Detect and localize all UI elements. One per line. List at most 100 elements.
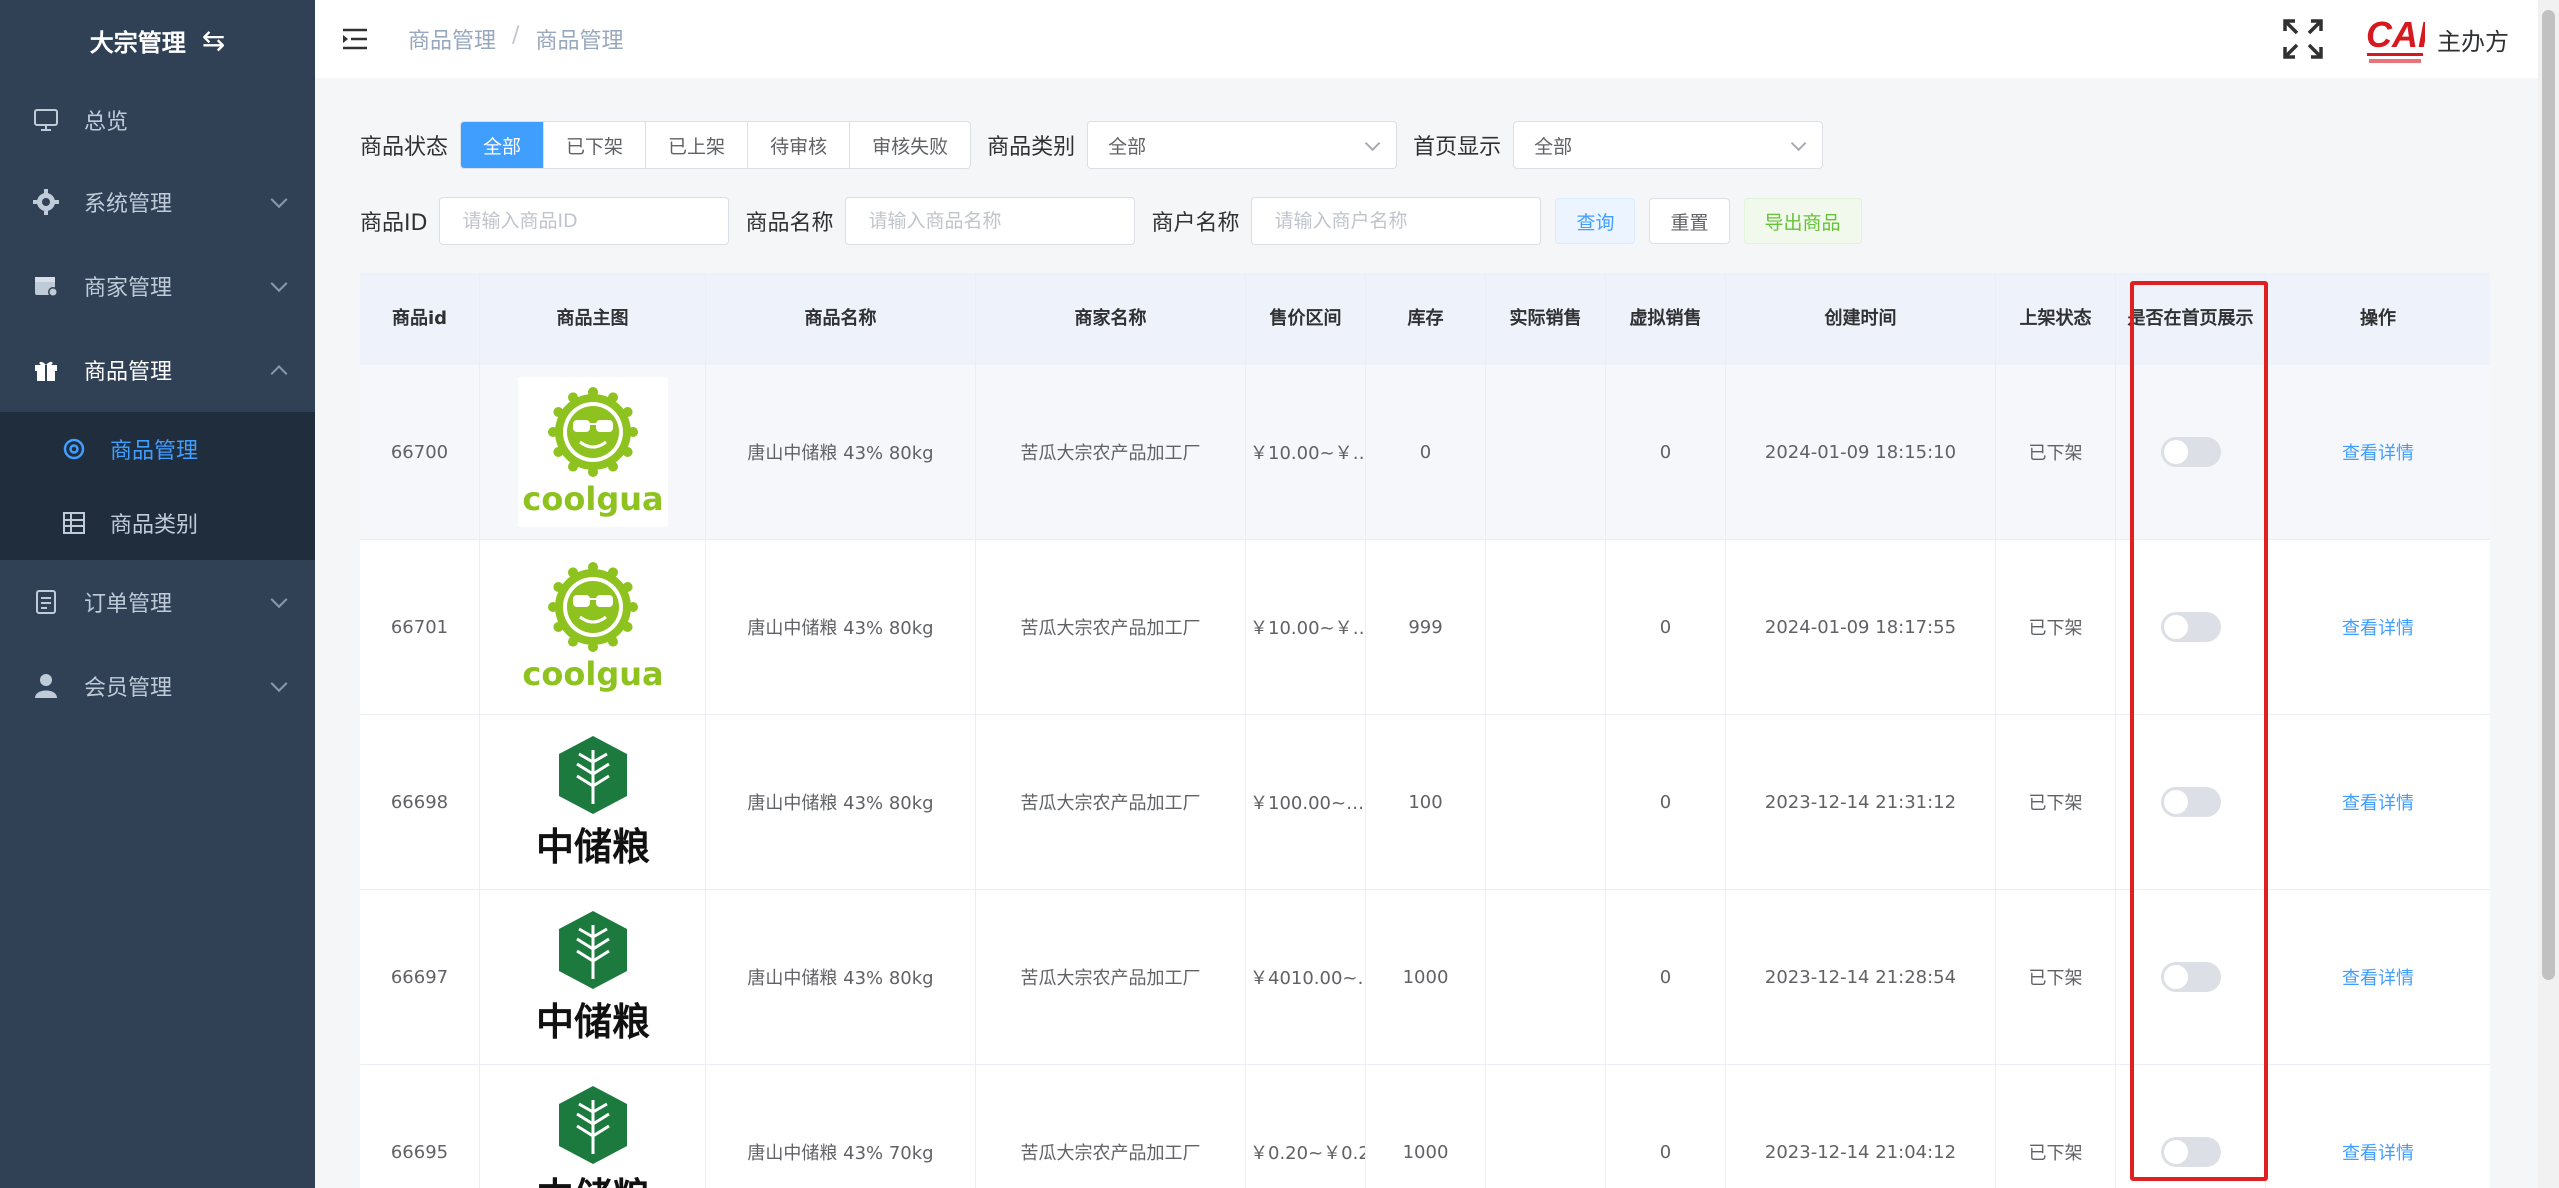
reset-button[interactable]: 重置 xyxy=(1649,198,1730,244)
sidebar-item-overview[interactable]: 总览 xyxy=(0,80,315,160)
status-label: 商品状态 xyxy=(360,135,449,160)
product-image[interactable]: 中储粮 xyxy=(517,1077,668,1188)
cell-created: 2023-12-14 21:28:54 xyxy=(1726,890,1996,1064)
cell-created: 2023-12-14 21:04:12 xyxy=(1726,1065,1996,1188)
cell-home-display xyxy=(2116,890,2266,1064)
view-details-link[interactable]: 查看详情 xyxy=(2342,789,2414,815)
swap-icon[interactable]: ⇆ xyxy=(202,24,225,57)
product-image[interactable]: 中储粮 xyxy=(517,727,668,877)
breadcrumb-item: 商品管理 xyxy=(535,29,624,54)
sidebar-item-label: 商家管理 xyxy=(84,276,173,301)
svg-text:CAF: CAF xyxy=(2366,14,2425,55)
cell-virtual-sales: 0 xyxy=(1606,365,1726,539)
host-label[interactable]: 主办方 xyxy=(2437,22,2509,57)
table-row: 66700 coolgua 唐山中储粮 43% 80kg 苦瓜大宗农产品加工厂 ￥10.… xyxy=(360,365,2490,540)
home-display-toggle[interactable] xyxy=(2160,612,2221,642)
view-details-link[interactable]: 查看详情 xyxy=(2342,964,2414,990)
home-display-toggle[interactable] xyxy=(2160,962,2221,992)
fullscreen-icon[interactable] xyxy=(2281,17,2325,61)
cell-actual-sales xyxy=(1486,715,1606,889)
product-image[interactable]: 中储粮 xyxy=(517,902,668,1052)
filter-row-2: 商品ID 商品名称 商户名称 查询 重置 导出商品 xyxy=(360,196,1862,246)
submenu-goods: 商品管理 商品类别 xyxy=(0,412,315,560)
goods-id-input[interactable] xyxy=(439,197,730,245)
status-option-rejected[interactable]: 审核失败 xyxy=(850,122,970,168)
sidebar-subitem-goods-management[interactable]: 商品管理 xyxy=(0,412,315,486)
category-select[interactable]: 全部 xyxy=(1087,121,1398,169)
cell-home-display xyxy=(2116,540,2266,714)
cell-actions: 查看详情 xyxy=(2266,365,2490,539)
cell-stock: 100 xyxy=(1366,715,1486,889)
chevron-down-icon xyxy=(270,591,288,609)
scrollbar[interactable] xyxy=(2538,0,2559,1188)
cell-merchant: 苦瓜大宗农产品加工厂 xyxy=(976,540,1246,714)
sidebar-item-orders[interactable]: 订单管理 xyxy=(0,560,315,644)
goods-table: 商品id 商品主图 商品名称 商家名称 售价区间 库存 实际销售 虚拟销售 创建… xyxy=(360,273,2490,1188)
document-icon xyxy=(32,588,60,616)
cell-actual-sales xyxy=(1486,1065,1606,1188)
hamburger-icon[interactable] xyxy=(340,24,370,54)
product-image[interactable]: coolgua xyxy=(517,552,668,702)
view-details-link[interactable]: 查看详情 xyxy=(2342,1139,2414,1165)
sidebar-subitem-goods-category[interactable]: 商品类别 xyxy=(0,486,315,560)
view-details-link[interactable]: 查看详情 xyxy=(2342,614,2414,640)
goods-name-input[interactable] xyxy=(845,197,1136,245)
col-header-merchant: 商家名称 xyxy=(976,273,1246,365)
cell-id: 66701 xyxy=(360,540,480,714)
cell-actions: 查看详情 xyxy=(2266,1065,2490,1188)
cell-actions: 查看详情 xyxy=(2266,540,2490,714)
table-row: 66701 coolgua 唐山中储粮 43% 80kg 苦瓜大宗农产品加工厂 ￥10.… xyxy=(360,540,2490,715)
merchant-name-input[interactable] xyxy=(1251,197,1542,245)
query-button[interactable]: 查询 xyxy=(1555,198,1636,244)
sidebar-item-goods[interactable]: 商品管理 xyxy=(0,328,315,412)
logo-text: coolgua xyxy=(523,655,663,693)
home-display-toggle[interactable] xyxy=(2160,1137,2221,1167)
cell-status: 已下架 xyxy=(1996,540,2116,714)
sidebar-item-label: 会员管理 xyxy=(84,676,173,701)
export-button[interactable]: 导出商品 xyxy=(1743,198,1862,244)
cell-home-display xyxy=(2116,715,2266,889)
scrollbar-thumb[interactable] xyxy=(2542,10,2555,980)
table-body: 66700 coolgua 唐山中储粮 43% 80kg 苦瓜大宗农产品加工厂 ￥10.… xyxy=(360,365,2490,1188)
status-option-all[interactable]: 全部 xyxy=(461,122,545,168)
cell-price: ￥0.20~￥0.20 xyxy=(1246,1065,1366,1188)
cell-status: 已下架 xyxy=(1996,890,2116,1064)
home-display-toggle[interactable] xyxy=(2160,437,2221,467)
cell-merchant: 苦瓜大宗农产品加工厂 xyxy=(976,365,1246,539)
filter-panel: 商品状态 全部 已下架 已上架 待审核 审核失败 商品类别 全部 首页显示 全部… xyxy=(360,120,1862,246)
gift-icon xyxy=(32,356,60,384)
cell-image: coolgua xyxy=(480,540,706,714)
sidebar-item-system[interactable]: 系统管理 xyxy=(0,160,315,244)
chevron-down-icon xyxy=(1364,135,1381,151)
cell-merchant: 苦瓜大宗农产品加工厂 xyxy=(976,890,1246,1064)
status-option-offline[interactable]: 已下架 xyxy=(544,122,647,168)
caf-logo: CAF xyxy=(2366,14,2425,63)
status-option-online[interactable]: 已上架 xyxy=(646,122,749,168)
cell-name: 唐山中储粮 43% 70kg xyxy=(706,1065,976,1188)
sidebar-item-members[interactable]: 会员管理 xyxy=(0,644,315,728)
cell-home-display xyxy=(2116,1065,2266,1188)
chevron-up-icon xyxy=(270,365,288,383)
cell-id: 66698 xyxy=(360,715,480,889)
sidebar-subitem-label: 商品管理 xyxy=(110,439,199,464)
product-image[interactable]: coolgua xyxy=(517,377,668,527)
view-details-link[interactable]: 查看详情 xyxy=(2342,439,2414,465)
cell-image: 中储粮 xyxy=(480,890,706,1064)
sidebar-item-merchant[interactable]: 商家管理 xyxy=(0,244,315,328)
status-option-pending[interactable]: 待审核 xyxy=(748,122,851,168)
cell-stock: 1000 xyxy=(1366,1065,1486,1188)
cell-name: 唐山中储粮 43% 80kg xyxy=(706,715,976,889)
merchant-icon xyxy=(32,272,60,300)
gear-icon xyxy=(32,188,60,216)
home-display-select[interactable]: 全部 xyxy=(1513,121,1824,169)
cell-virtual-sales: 0 xyxy=(1606,715,1726,889)
col-header-stock: 库存 xyxy=(1366,273,1486,365)
cell-name: 唐山中储粮 43% 80kg xyxy=(706,890,976,1064)
home-display-toggle[interactable] xyxy=(2160,787,2221,817)
cell-actions: 查看详情 xyxy=(2266,890,2490,1064)
breadcrumb-item[interactable]: 商品管理 xyxy=(408,23,496,55)
logo-text: coolgua xyxy=(523,480,663,518)
cell-price: ￥10.00~￥… xyxy=(1246,540,1366,714)
sidebar-item-label: 商品管理 xyxy=(84,360,173,385)
cell-actual-sales xyxy=(1486,365,1606,539)
